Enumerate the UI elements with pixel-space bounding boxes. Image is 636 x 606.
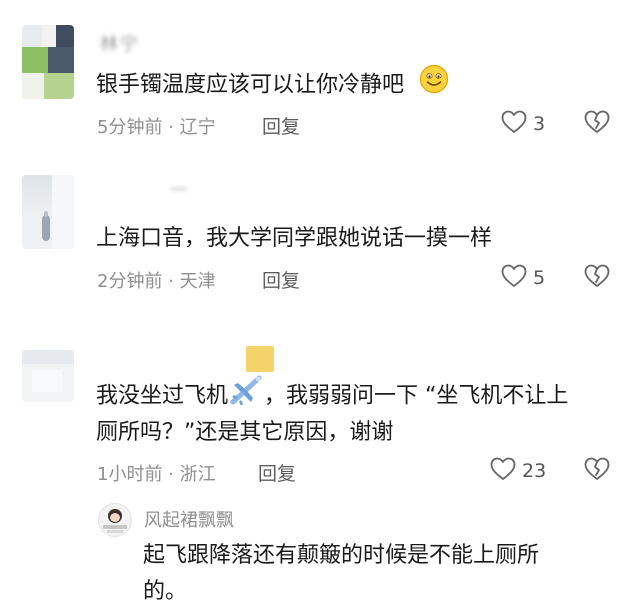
avatar[interactable] [98, 503, 132, 537]
broken-heart-icon [584, 110, 610, 138]
username[interactable]: — [170, 178, 190, 199]
comment-text-line-1: 我没坐过飞机 ，我弱弱问一下 “坐飞机不让上 [96, 375, 568, 418]
heart-outline-icon [490, 457, 516, 485]
reply-button[interactable]: 回复 [262, 266, 300, 293]
dislike-button[interactable] [584, 110, 610, 138]
like-count: 3 [533, 113, 546, 135]
airplane-emoji-icon [229, 375, 263, 418]
comment-item-3: 我没坐过飞机 ，我弱弱问一下 “坐飞机不让上 厕所吗？”还是其它原因，谢谢 1小… [0, 340, 636, 500]
sticker-image [246, 346, 274, 372]
comment-location: 浙江 [179, 464, 216, 485]
reply-text-line-2: 的。 [143, 579, 188, 604]
avatar[interactable] [22, 175, 74, 249]
heart-outline-icon [501, 110, 527, 138]
meta-separator: · [168, 464, 174, 485]
username[interactable]: 林宁 [100, 30, 140, 56]
reply-text-line-1: 起飞跟降落还有颠簸的时候是不能上厕所 [143, 543, 540, 568]
comment-meta: 1小时前 · 浙江 [97, 460, 216, 486]
comment-time: 2分钟前 [97, 271, 163, 292]
comment-item-1: 林宁 银手镯温度应该可以让你冷静吧 5分钟前 · 辽宁 回复 3 [0, 0, 636, 160]
comment-text: 上海口音，我大学同学跟她说话一摸一样 [96, 226, 493, 251]
dislike-button[interactable] [584, 264, 610, 292]
comment-text-line-2: 厕所吗？”还是其它原因，谢谢 [96, 420, 394, 445]
comment-text-content: 银手镯温度应该可以让你冷静吧 [96, 72, 405, 98]
like-button[interactable]: 23 [490, 457, 546, 485]
comment-meta: 5分钟前 · 辽宁 [97, 113, 216, 139]
comment-text-content: ，我弱弱问一下 “坐飞机不让上 [264, 383, 569, 409]
avatar[interactable] [22, 25, 74, 99]
reply-item: 风起裙飘飘 起飞跟降落还有颠簸的时候是不能上厕所 的。 [0, 495, 636, 606]
like-button[interactable]: 5 [501, 264, 545, 292]
comment-text-content: 我没坐过飞机 [96, 383, 229, 409]
comment-location: 辽宁 [179, 117, 216, 138]
broken-heart-icon [584, 457, 610, 485]
comment-item-2: — 上海口音，我大学同学跟她说话一摸一样 2分钟前 · 天津 回复 5 [0, 160, 636, 340]
reply-button[interactable]: 回复 [262, 112, 300, 139]
comment-meta: 2分钟前 · 天津 [97, 267, 216, 293]
meta-separator: · [168, 117, 174, 138]
reply-username[interactable]: 风起裙飘飘 [144, 506, 234, 532]
like-button[interactable]: 3 [501, 110, 545, 138]
reply-button[interactable]: 回复 [258, 459, 296, 486]
like-count: 23 [522, 460, 547, 482]
comment-time: 5分钟前 [97, 117, 163, 138]
comment-time: 1小时前 [97, 464, 163, 485]
dislike-button[interactable] [584, 457, 610, 485]
like-count: 5 [533, 267, 546, 289]
comment-feed: 林宁 银手镯温度应该可以让你冷静吧 5分钟前 · 辽宁 回复 3 — 上海口音，… [0, 0, 636, 606]
broken-heart-icon [584, 264, 610, 292]
comment-location: 天津 [179, 271, 216, 292]
smiling-face-emoji-icon [419, 64, 449, 107]
heart-outline-icon [501, 264, 527, 292]
meta-separator: · [168, 271, 174, 292]
comment-text: 银手镯温度应该可以让你冷静吧 [96, 64, 449, 107]
avatar[interactable] [22, 350, 74, 402]
